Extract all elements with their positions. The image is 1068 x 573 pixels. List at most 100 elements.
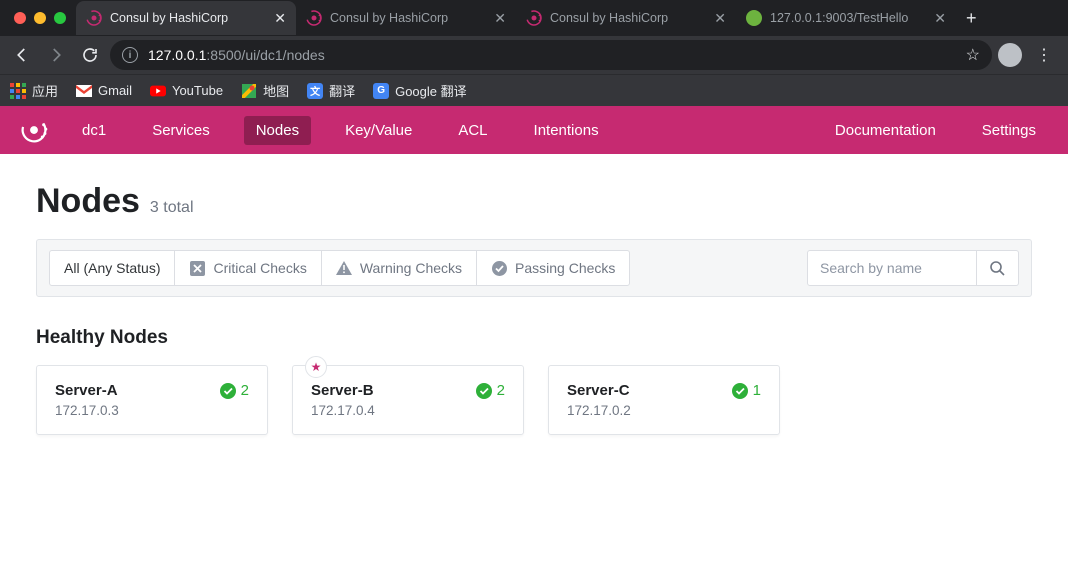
search-input[interactable] [807, 250, 977, 286]
browser-tab[interactable]: Consul by HashiCorp ✕ [76, 1, 296, 35]
node-cards: Server-A 2 172.17.0.3 ★ Server-B 2 172.1… [36, 365, 1032, 435]
bookmark-maps[interactable]: 地图 [241, 81, 289, 100]
bookmark-label: 地图 [263, 81, 289, 100]
tab-title: Consul by HashiCorp [330, 11, 486, 25]
node-status: 1 [732, 382, 761, 399]
minimize-window-button[interactable] [34, 12, 46, 24]
bookmark-label: 翻译 [329, 81, 355, 100]
check-icon [476, 383, 492, 399]
bookmark-label: Gmail [98, 83, 132, 98]
bookmarks-bar: 应用 Gmail YouTube 地图 文 翻译 G Google 翻译 [0, 74, 1068, 106]
datacenter-select[interactable]: dc1 [70, 116, 118, 145]
filter-label: Warning Checks [360, 260, 462, 276]
page-content: Nodes 3 total All (Any Status) Critical … [0, 154, 1068, 463]
bookmark-label: 应用 [32, 81, 58, 100]
filter-warning[interactable]: Warning Checks [321, 250, 477, 286]
node-status: 2 [476, 382, 505, 399]
close-window-button[interactable] [14, 12, 26, 24]
check-count: 2 [497, 382, 505, 399]
filter-passing[interactable]: Passing Checks [476, 250, 630, 286]
back-button[interactable] [8, 41, 36, 69]
consul-icon [526, 10, 542, 26]
search-button[interactable] [977, 250, 1019, 286]
healthy-nodes-heading: Healthy Nodes [36, 327, 1032, 349]
node-status: 2 [220, 382, 249, 399]
browser-tab[interactable]: Consul by HashiCorp ✕ [516, 1, 736, 35]
check-icon [732, 383, 748, 399]
menu-icon[interactable]: ⋮ [1028, 45, 1060, 65]
browser-chrome: Consul by HashiCorp ✕ Consul by HashiCor… [0, 0, 1068, 106]
node-card[interactable]: Server-C 1 172.17.0.2 [548, 365, 780, 435]
nav-intentions[interactable]: Intentions [522, 116, 611, 145]
node-name: Server-B [311, 382, 374, 399]
url-text: 127.0.0.1:8500/ui/dc1/nodes [148, 47, 956, 63]
bookmark-google-translate[interactable]: G Google 翻译 [373, 81, 467, 100]
node-ip: 172.17.0.3 [55, 403, 249, 418]
filter-label: All (Any Status) [64, 260, 160, 276]
page-title-row: Nodes 3 total [36, 182, 1032, 221]
filter-label: Passing Checks [515, 260, 615, 276]
node-card[interactable]: Server-A 2 172.17.0.3 [36, 365, 268, 435]
site-info-icon[interactable]: i [122, 47, 138, 63]
gmail-icon [76, 83, 92, 99]
bookmark-apps[interactable]: 应用 [10, 81, 58, 100]
filter-bar: All (Any Status) Critical Checks Warning… [36, 239, 1032, 297]
node-name: Server-A [55, 382, 118, 399]
node-ip: 172.17.0.2 [567, 403, 761, 418]
nav-acl[interactable]: ACL [446, 116, 499, 145]
forward-button[interactable] [42, 41, 70, 69]
close-tab-icon[interactable]: ✕ [934, 11, 946, 25]
maximize-window-button[interactable] [54, 12, 66, 24]
close-tab-icon[interactable]: ✕ [274, 11, 286, 25]
address-row: i 127.0.0.1:8500/ui/dc1/nodes ☆ ⋮ [0, 36, 1068, 74]
tab-title: 127.0.0.1:9003/TestHello [770, 11, 926, 25]
tab-title: Consul by HashiCorp [110, 11, 266, 25]
translate-icon: G [373, 83, 389, 99]
consul-icon [86, 10, 102, 26]
page-title: Nodes [36, 182, 140, 221]
bookmark-youtube[interactable]: YouTube [150, 83, 223, 99]
browser-tab[interactable]: Consul by HashiCorp ✕ [296, 1, 516, 35]
tab-strip: Consul by HashiCorp ✕ Consul by HashiCor… [0, 0, 1068, 36]
close-tab-icon[interactable]: ✕ [494, 11, 506, 25]
nav-keyvalue[interactable]: Key/Value [333, 116, 424, 145]
translate-icon: 文 [307, 83, 323, 99]
window-controls [8, 12, 76, 24]
consul-logo-icon[interactable] [20, 116, 48, 144]
node-ip: 172.17.0.4 [311, 403, 505, 418]
nav-settings[interactable]: Settings [970, 116, 1048, 145]
close-tab-icon[interactable]: ✕ [714, 11, 726, 25]
consul-navbar: dc1 Services Nodes Key/Value ACL Intenti… [0, 106, 1068, 154]
passing-icon [491, 260, 507, 276]
filter-critical[interactable]: Critical Checks [174, 250, 321, 286]
filter-label: Critical Checks [213, 260, 306, 276]
status-filter-group: All (Any Status) Critical Checks Warning… [49, 250, 630, 286]
filter-all[interactable]: All (Any Status) [49, 250, 175, 286]
tab-title: Consul by HashiCorp [550, 11, 706, 25]
nav-nodes[interactable]: Nodes [244, 116, 311, 145]
nav-services[interactable]: Services [140, 116, 222, 145]
spring-icon [746, 10, 762, 26]
address-bar[interactable]: i 127.0.0.1:8500/ui/dc1/nodes ☆ [110, 40, 992, 70]
warning-icon [336, 260, 352, 276]
consul-icon [306, 10, 322, 26]
profile-avatar[interactable] [998, 43, 1022, 67]
bookmark-star-icon[interactable]: ☆ [966, 45, 980, 65]
reload-button[interactable] [76, 41, 104, 69]
node-card[interactable]: ★ Server-B 2 172.17.0.4 [292, 365, 524, 435]
search-box [807, 250, 1019, 286]
nav-documentation[interactable]: Documentation [823, 116, 948, 145]
bookmark-translate[interactable]: 文 翻译 [307, 81, 355, 100]
check-icon [220, 383, 236, 399]
new-tab-button[interactable]: + [956, 8, 987, 29]
node-count: 3 total [150, 199, 194, 217]
maps-icon [241, 83, 257, 99]
bookmark-label: Google 翻译 [395, 81, 467, 100]
check-count: 1 [753, 382, 761, 399]
bookmark-gmail[interactable]: Gmail [76, 83, 132, 99]
search-icon [990, 261, 1005, 276]
browser-tab[interactable]: 127.0.0.1:9003/TestHello ✕ [736, 1, 956, 35]
leader-badge-icon: ★ [305, 356, 327, 378]
node-name: Server-C [567, 382, 630, 399]
bookmark-label: YouTube [172, 83, 223, 98]
